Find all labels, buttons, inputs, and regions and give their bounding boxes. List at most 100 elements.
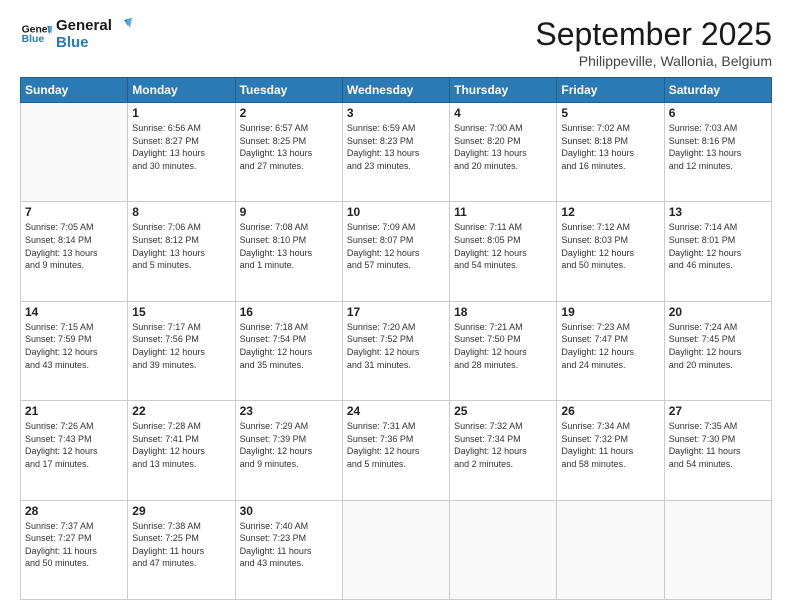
calendar-cell: 18 Sunrise: 7:21 AM Sunset: 7:50 PM Dayli… (450, 301, 557, 400)
day-info: Sunrise: 7:08 AM Sunset: 8:10 PM Dayligh… (240, 221, 338, 271)
day-info: Sunrise: 7:26 AM Sunset: 7:43 PM Dayligh… (25, 420, 123, 470)
day-number: 2 (240, 106, 338, 120)
day-number: 20 (669, 305, 767, 319)
day-number: 12 (561, 205, 659, 219)
logo-bird-icon (114, 16, 132, 34)
day-info: Sunrise: 7:28 AM Sunset: 7:41 PM Dayligh… (132, 420, 230, 470)
calendar-cell: 20 Sunrise: 7:24 AM Sunset: 7:45 PM Dayli… (664, 301, 771, 400)
svg-text:Blue: Blue (22, 34, 45, 45)
col-header-tuesday: Tuesday (235, 78, 342, 103)
calendar-cell: 22 Sunrise: 7:28 AM Sunset: 7:41 PM Dayli… (128, 401, 235, 500)
day-number: 29 (132, 504, 230, 518)
col-header-sunday: Sunday (21, 78, 128, 103)
day-info: Sunrise: 7:18 AM Sunset: 7:54 PM Dayligh… (240, 321, 338, 371)
day-number: 25 (454, 404, 552, 418)
col-header-wednesday: Wednesday (342, 78, 449, 103)
day-number: 22 (132, 404, 230, 418)
day-number: 7 (25, 205, 123, 219)
day-info: Sunrise: 6:57 AM Sunset: 8:25 PM Dayligh… (240, 122, 338, 172)
day-number: 5 (561, 106, 659, 120)
day-number: 19 (561, 305, 659, 319)
calendar-week-row: 28Sunrise: 7:37 AM Sunset: 7:27 PM Dayli… (21, 500, 772, 599)
day-info: Sunrise: 7:35 AM Sunset: 7:30 PM Dayligh… (669, 420, 767, 470)
calendar-cell: 21 Sunrise: 7:26 AM Sunset: 7:43 PM Dayli… (21, 401, 128, 500)
calendar-cell: 29 Sunrise: 7:38 AM Sunset: 7:25 PM Dayli… (128, 500, 235, 599)
day-number: 24 (347, 404, 445, 418)
day-info: Sunrise: 7:05 AM Sunset: 8:14 PM Dayligh… (25, 221, 123, 271)
calendar-week-row: 7 Sunrise: 7:05 AM Sunset: 8:14 PM Daylig… (21, 202, 772, 301)
calendar-cell (21, 103, 128, 202)
calendar-cell: 30Sunrise: 7:40 AM Sunset: 7:23 PM Dayli… (235, 500, 342, 599)
day-number: 30 (240, 504, 338, 518)
calendar-cell: 15Sunrise: 7:17 AM Sunset: 7:56 PM Dayli… (128, 301, 235, 400)
day-number: 8 (132, 205, 230, 219)
calendar-cell: 14Sunrise: 7:15 AM Sunset: 7:59 PM Dayli… (21, 301, 128, 400)
calendar-cell: 24 Sunrise: 7:31 AM Sunset: 7:36 PM Dayli… (342, 401, 449, 500)
day-info: Sunrise: 7:06 AM Sunset: 8:12 PM Dayligh… (132, 221, 230, 271)
day-info: Sunrise: 7:24 AM Sunset: 7:45 PM Dayligh… (669, 321, 767, 371)
day-number: 16 (240, 305, 338, 319)
day-number: 11 (454, 205, 552, 219)
logo-icon: General Blue (20, 18, 52, 50)
day-info: Sunrise: 7:31 AM Sunset: 7:36 PM Dayligh… (347, 420, 445, 470)
col-header-monday: Monday (128, 78, 235, 103)
calendar-cell (664, 500, 771, 599)
calendar-cell: 25 Sunrise: 7:32 AM Sunset: 7:34 PM Dayli… (450, 401, 557, 500)
day-number: 17 (347, 305, 445, 319)
day-number: 26 (561, 404, 659, 418)
day-info: Sunrise: 7:20 AM Sunset: 7:52 PM Dayligh… (347, 321, 445, 371)
calendar-week-row: 1Sunrise: 6:56 AM Sunset: 8:27 PM Daylig… (21, 103, 772, 202)
calendar-cell: 10 Sunrise: 7:09 AM Sunset: 8:07 PM Dayli… (342, 202, 449, 301)
col-header-saturday: Saturday (664, 78, 771, 103)
day-number: 23 (240, 404, 338, 418)
logo-general: General (56, 17, 112, 34)
calendar-cell: 4Sunrise: 7:00 AM Sunset: 8:20 PM Daylig… (450, 103, 557, 202)
day-info: Sunrise: 7:23 AM Sunset: 7:47 PM Dayligh… (561, 321, 659, 371)
day-info: Sunrise: 7:09 AM Sunset: 8:07 PM Dayligh… (347, 221, 445, 271)
logo: General Blue General Blue (20, 16, 132, 51)
day-info: Sunrise: 7:29 AM Sunset: 7:39 PM Dayligh… (240, 420, 338, 470)
day-info: Sunrise: 7:15 AM Sunset: 7:59 PM Dayligh… (25, 321, 123, 371)
col-header-friday: Friday (557, 78, 664, 103)
calendar-cell: 11 Sunrise: 7:11 AM Sunset: 8:05 PM Dayli… (450, 202, 557, 301)
day-info: Sunrise: 7:12 AM Sunset: 8:03 PM Dayligh… (561, 221, 659, 271)
day-info: Sunrise: 7:32 AM Sunset: 7:34 PM Dayligh… (454, 420, 552, 470)
calendar-cell (342, 500, 449, 599)
title-block: September 2025 Philippeville, Wallonia, … (535, 16, 772, 69)
calendar-cell: 9 Sunrise: 7:08 AM Sunset: 8:10 PM Daylig… (235, 202, 342, 301)
calendar-cell: 23 Sunrise: 7:29 AM Sunset: 7:39 PM Dayli… (235, 401, 342, 500)
day-info: Sunrise: 7:21 AM Sunset: 7:50 PM Dayligh… (454, 321, 552, 371)
day-number: 9 (240, 205, 338, 219)
calendar-cell: 1Sunrise: 6:56 AM Sunset: 8:27 PM Daylig… (128, 103, 235, 202)
day-number: 21 (25, 404, 123, 418)
day-number: 10 (347, 205, 445, 219)
day-info: Sunrise: 6:56 AM Sunset: 8:27 PM Dayligh… (132, 122, 230, 172)
day-number: 18 (454, 305, 552, 319)
calendar-cell: 6 Sunrise: 7:03 AM Sunset: 8:16 PM Daylig… (664, 103, 771, 202)
day-info: Sunrise: 6:59 AM Sunset: 8:23 PM Dayligh… (347, 122, 445, 172)
day-number: 3 (347, 106, 445, 120)
day-number: 6 (669, 106, 767, 120)
calendar-header-row: SundayMondayTuesdayWednesdayThursdayFrid… (21, 78, 772, 103)
day-number: 13 (669, 205, 767, 219)
day-info: Sunrise: 7:11 AM Sunset: 8:05 PM Dayligh… (454, 221, 552, 271)
day-number: 27 (669, 404, 767, 418)
calendar-cell: 12 Sunrise: 7:12 AM Sunset: 8:03 PM Dayli… (557, 202, 664, 301)
calendar-cell: 27 Sunrise: 7:35 AM Sunset: 7:30 PM Dayli… (664, 401, 771, 500)
calendar-cell: 7 Sunrise: 7:05 AM Sunset: 8:14 PM Daylig… (21, 202, 128, 301)
day-number: 15 (132, 305, 230, 319)
day-info: Sunrise: 7:03 AM Sunset: 8:16 PM Dayligh… (669, 122, 767, 172)
day-info: Sunrise: 7:02 AM Sunset: 8:18 PM Dayligh… (561, 122, 659, 172)
calendar-table: SundayMondayTuesdayWednesdayThursdayFrid… (20, 77, 772, 600)
calendar-subtitle: Philippeville, Wallonia, Belgium (535, 53, 772, 69)
calendar-cell: 3 Sunrise: 6:59 AM Sunset: 8:23 PM Daylig… (342, 103, 449, 202)
header: General Blue General Blue September 2025… (20, 16, 772, 69)
calendar-cell: 28Sunrise: 7:37 AM Sunset: 7:27 PM Dayli… (21, 500, 128, 599)
calendar-week-row: 21 Sunrise: 7:26 AM Sunset: 7:43 PM Dayli… (21, 401, 772, 500)
calendar-cell: 13Sunrise: 7:14 AM Sunset: 8:01 PM Dayli… (664, 202, 771, 301)
day-info: Sunrise: 7:34 AM Sunset: 7:32 PM Dayligh… (561, 420, 659, 470)
calendar-cell: 19 Sunrise: 7:23 AM Sunset: 7:47 PM Dayli… (557, 301, 664, 400)
calendar-cell (450, 500, 557, 599)
col-header-thursday: Thursday (450, 78, 557, 103)
day-info: Sunrise: 7:38 AM Sunset: 7:25 PM Dayligh… (132, 520, 230, 570)
